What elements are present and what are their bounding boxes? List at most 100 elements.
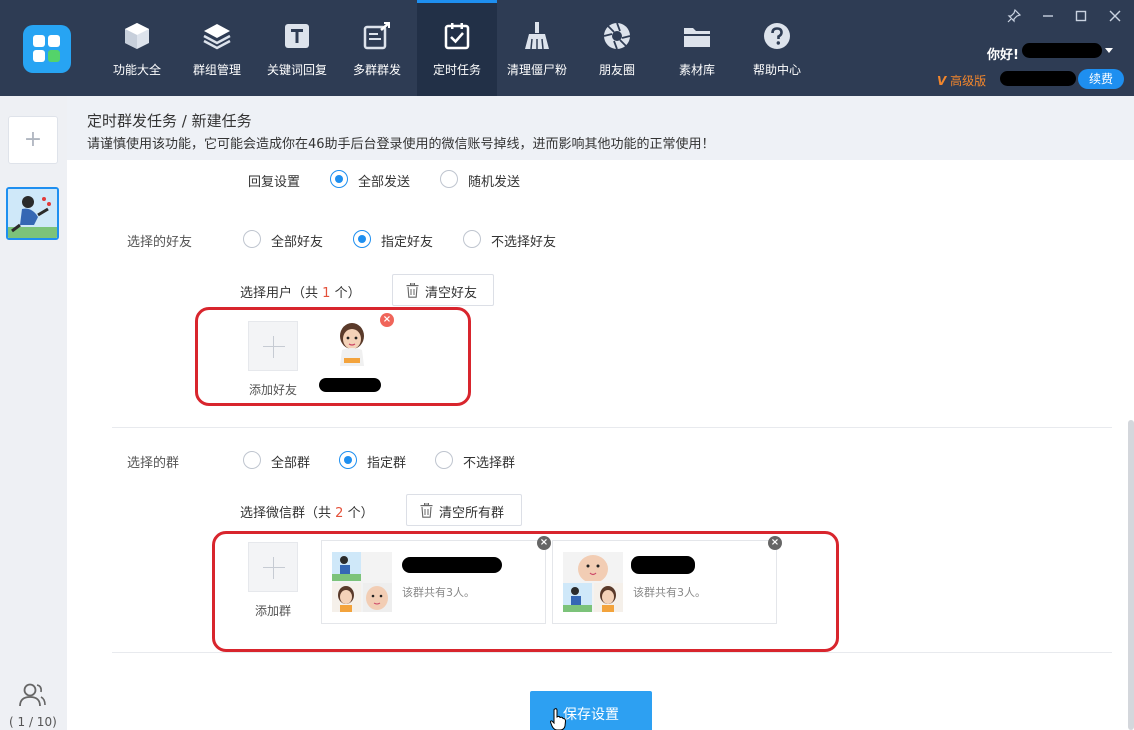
friend-avatar: [332, 320, 372, 370]
nav-label: 帮助中心: [752, 63, 801, 77]
add-account-button[interactable]: +: [8, 116, 58, 164]
add-friend-label: 添加好友: [249, 383, 298, 397]
clear-groups-button[interactable]: 清空所有群: [406, 494, 522, 526]
redacted-group-name: [631, 556, 695, 574]
aperture-icon: [603, 22, 631, 50]
question-icon: [764, 23, 790, 49]
add-group-label: 添加群: [255, 604, 292, 618]
calendar-check-icon: [444, 23, 470, 50]
trash-icon: [406, 283, 419, 298]
breadcrumb: 定时群发任务 / 新建任务: [87, 112, 252, 130]
group-avatar-grid: [332, 552, 392, 612]
nav-clean-zombie-fans[interactable]: 清理僵尸粉: [497, 0, 577, 96]
account-count: ( 1 / 10): [9, 715, 57, 729]
section-divider: [112, 652, 1112, 653]
redacted-expiry: [1000, 71, 1076, 86]
clear-friends-label: 清空好友: [425, 285, 478, 300]
hand-cursor-icon: [550, 708, 566, 730]
radio-all-friends[interactable]: [243, 230, 261, 248]
count-suffix: 个）: [334, 286, 361, 301]
trash-icon: [420, 503, 433, 518]
contacts-icon[interactable]: [18, 682, 46, 708]
nav-label: 朋友圈: [598, 63, 635, 77]
remove-group-icon[interactable]: ×: [537, 536, 551, 550]
clear-groups-label: 清空所有群: [439, 505, 505, 520]
nav-help-center[interactable]: 帮助中心: [737, 0, 817, 96]
pin-icon[interactable]: [1004, 6, 1024, 26]
vip-badge: V 高级版: [937, 72, 986, 89]
nav-multi-group-send[interactable]: 多群群发: [337, 0, 417, 96]
nav-label: 多群群发: [352, 63, 401, 77]
edit-share-icon: [363, 22, 390, 50]
nav-group-manage[interactable]: 群组管理: [177, 0, 257, 96]
minimize-icon[interactable]: [1038, 6, 1058, 26]
vip-v-icon: V: [937, 74, 947, 88]
nav-scheduled-task[interactable]: 定时任务: [417, 0, 497, 96]
group-member-count: 该群共有3人。: [633, 586, 706, 599]
redacted-username: [1022, 43, 1102, 58]
count-prefix: 选择用户（共: [240, 286, 319, 301]
radio-no-groups-label[interactable]: 不选择群: [463, 452, 515, 471]
count-number: 2: [335, 506, 344, 521]
radio-specified-friends-label[interactable]: 指定好友: [381, 231, 433, 250]
selected-groups-count: 选择微信群（共 2 个）: [240, 502, 374, 521]
radio-no-friends[interactable]: [463, 230, 481, 248]
friends-section-label: 选择的好友: [127, 235, 193, 250]
reply-setting-label: 回复设置: [248, 175, 301, 190]
radio-reply-random-label[interactable]: 随机发送: [468, 171, 520, 190]
renew-button[interactable]: 续费: [1078, 69, 1124, 89]
radio-all-groups-label[interactable]: 全部群: [271, 452, 310, 471]
nav-label: 清理僵尸粉: [506, 63, 567, 77]
nav-material-library[interactable]: 素材库: [657, 0, 737, 96]
nav-features[interactable]: 功能大全: [97, 0, 177, 96]
group-card[interactable]: 该群共有3人。: [321, 540, 546, 624]
radio-specified-groups[interactable]: [339, 451, 357, 469]
nav-keyword-reply[interactable]: 关键词回复: [257, 0, 337, 96]
nav-label: 定时任务: [432, 63, 481, 77]
save-settings-label: 保存设置: [563, 706, 619, 722]
redacted-friend-name: [319, 378, 381, 392]
save-settings-button[interactable]: 保存设置: [530, 691, 652, 730]
account-sidebar: + ( 1 / 10): [0, 96, 67, 730]
radio-all-friends-label[interactable]: 全部好友: [271, 231, 323, 250]
count-prefix: 选择微信群（共: [240, 506, 332, 521]
top-bar: 功能大全 群组管理 关键词回复 多群群发 定时任务 清理僵尸粉 朋友圈 素材库 …: [0, 0, 1134, 96]
remove-group-icon[interactable]: ×: [768, 536, 782, 550]
radio-specified-friends[interactable]: [353, 230, 371, 248]
maximize-icon[interactable]: [1071, 6, 1091, 26]
radio-no-groups[interactable]: [435, 451, 453, 469]
clear-friends-button[interactable]: 清空好友: [392, 274, 494, 306]
scrollbar[interactable]: [1128, 420, 1134, 730]
radio-specified-groups-label[interactable]: 指定群: [367, 452, 406, 471]
radio-reply-all-label[interactable]: 全部发送: [358, 171, 410, 190]
section-divider: [112, 427, 1112, 428]
group-member-count: 该群共有3人。: [402, 586, 475, 599]
add-group-button[interactable]: [248, 542, 298, 592]
selected-users-count: 选择用户（共 1 个）: [240, 282, 361, 301]
user-greeting: 你好!: [987, 48, 1019, 63]
close-icon[interactable]: [1105, 6, 1125, 26]
vip-label: 高级版: [950, 74, 987, 88]
app-logo-icon: [23, 25, 71, 73]
groups-section-label: 选择的群: [127, 456, 180, 471]
count-number: 1: [322, 286, 331, 301]
broom-icon: [525, 22, 549, 50]
chevron-down-icon[interactable]: [1105, 48, 1113, 53]
group-card[interactable]: 该群共有3人。: [552, 540, 777, 624]
add-friend-button[interactable]: [248, 321, 298, 371]
nav-moments[interactable]: 朋友圈: [577, 0, 657, 96]
nav-label: 功能大全: [112, 63, 161, 77]
remove-friend-icon[interactable]: ×: [380, 313, 394, 327]
radio-no-friends-label[interactable]: 不选择好友: [491, 231, 556, 250]
radio-reply-random[interactable]: [440, 170, 458, 188]
account-avatar[interactable]: [6, 187, 59, 240]
nav-label: 素材库: [678, 63, 715, 77]
radio-reply-all[interactable]: [330, 170, 348, 188]
group-avatar-grid: [563, 552, 623, 612]
count-suffix: 个）: [347, 506, 374, 521]
warning-text: 请谨慎使用该功能，它可能会造成你在46助手后台登录使用的微信账号掉线，进而影响其…: [87, 137, 715, 152]
nav-label: 关键词回复: [266, 63, 327, 77]
radio-all-groups[interactable]: [243, 451, 261, 469]
cube-icon: [125, 23, 149, 49]
folder-icon: [684, 28, 710, 47]
